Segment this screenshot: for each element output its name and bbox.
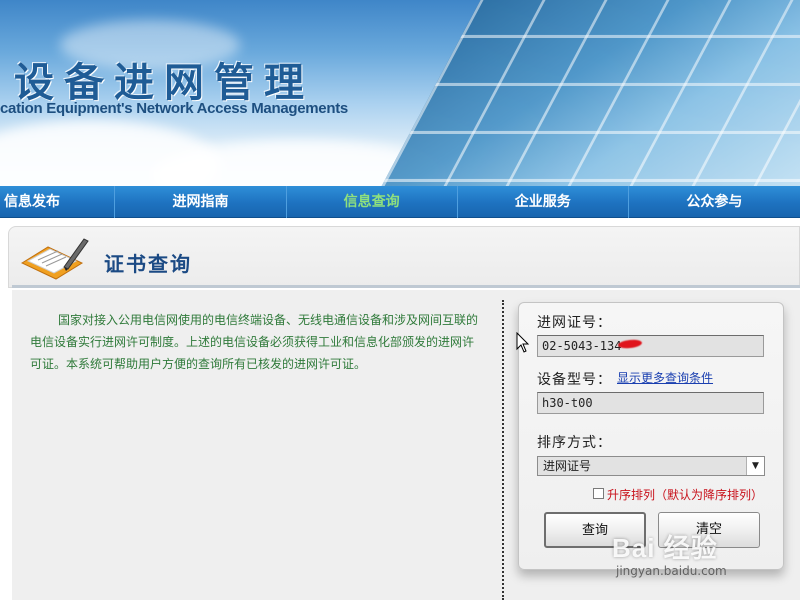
banner-building-image <box>374 0 800 186</box>
watermark-url: jingyan.baidu.com <box>616 564 727 578</box>
baidu-jingyan-watermark: Bai 经验 jingyan.baidu.com <box>612 528 782 584</box>
main-nav: 信息发布 进网指南 信息查询 企业服务 公众参与 <box>0 186 800 218</box>
sort-mode-select[interactable]: 进网证号 ▼ <box>537 456 765 476</box>
nav-item-enterprise-service[interactable]: 企业服务 <box>458 186 629 218</box>
nav-item-info-query[interactable]: 信息查询 <box>287 186 458 218</box>
nav-item-access-guide[interactable]: 进网指南 <box>115 186 287 218</box>
chevron-down-icon[interactable]: ▼ <box>746 457 764 475</box>
watermark-logo: Bai 经验 <box>612 533 718 563</box>
banner-subtitle: cation Equipment's Network Access Manage… <box>0 100 348 117</box>
nav-item-info-release[interactable]: 信息发布 <box>0 186 116 218</box>
nav-item-public-participation[interactable]: 公众参与 <box>629 186 800 218</box>
section-title: 证书查询 <box>104 252 192 276</box>
sort-mode-selected-value: 进网证号 <box>543 459 592 473</box>
cert-number-label: 进网证号： <box>537 315 612 331</box>
device-model-label: 设备型号： <box>537 372 612 388</box>
mouse-cursor-icon <box>516 332 530 353</box>
ascending-label[interactable]: 升序排列（默认为降序排列） <box>607 486 763 503</box>
intro-description: 国家对接入公用电信网使用的电信终端设备、无线电通信设备和涉及网间互联的电信设备实… <box>30 313 479 371</box>
ascending-checkbox[interactable] <box>593 488 604 499</box>
certificate-pen-icon <box>20 238 89 280</box>
cert-number-input[interactable]: 02-5043-134 <box>537 335 764 357</box>
more-conditions-link[interactable]: 显示更多查询条件 <box>617 369 713 386</box>
header-divider <box>12 285 800 288</box>
header-banner: 设备进网管理 cation Equipment's Network Access… <box>0 0 800 186</box>
device-model-input[interactable]: h30-t00 <box>537 392 764 414</box>
sort-mode-label: 排序方式： <box>537 435 612 451</box>
dotted-divider <box>502 300 504 600</box>
